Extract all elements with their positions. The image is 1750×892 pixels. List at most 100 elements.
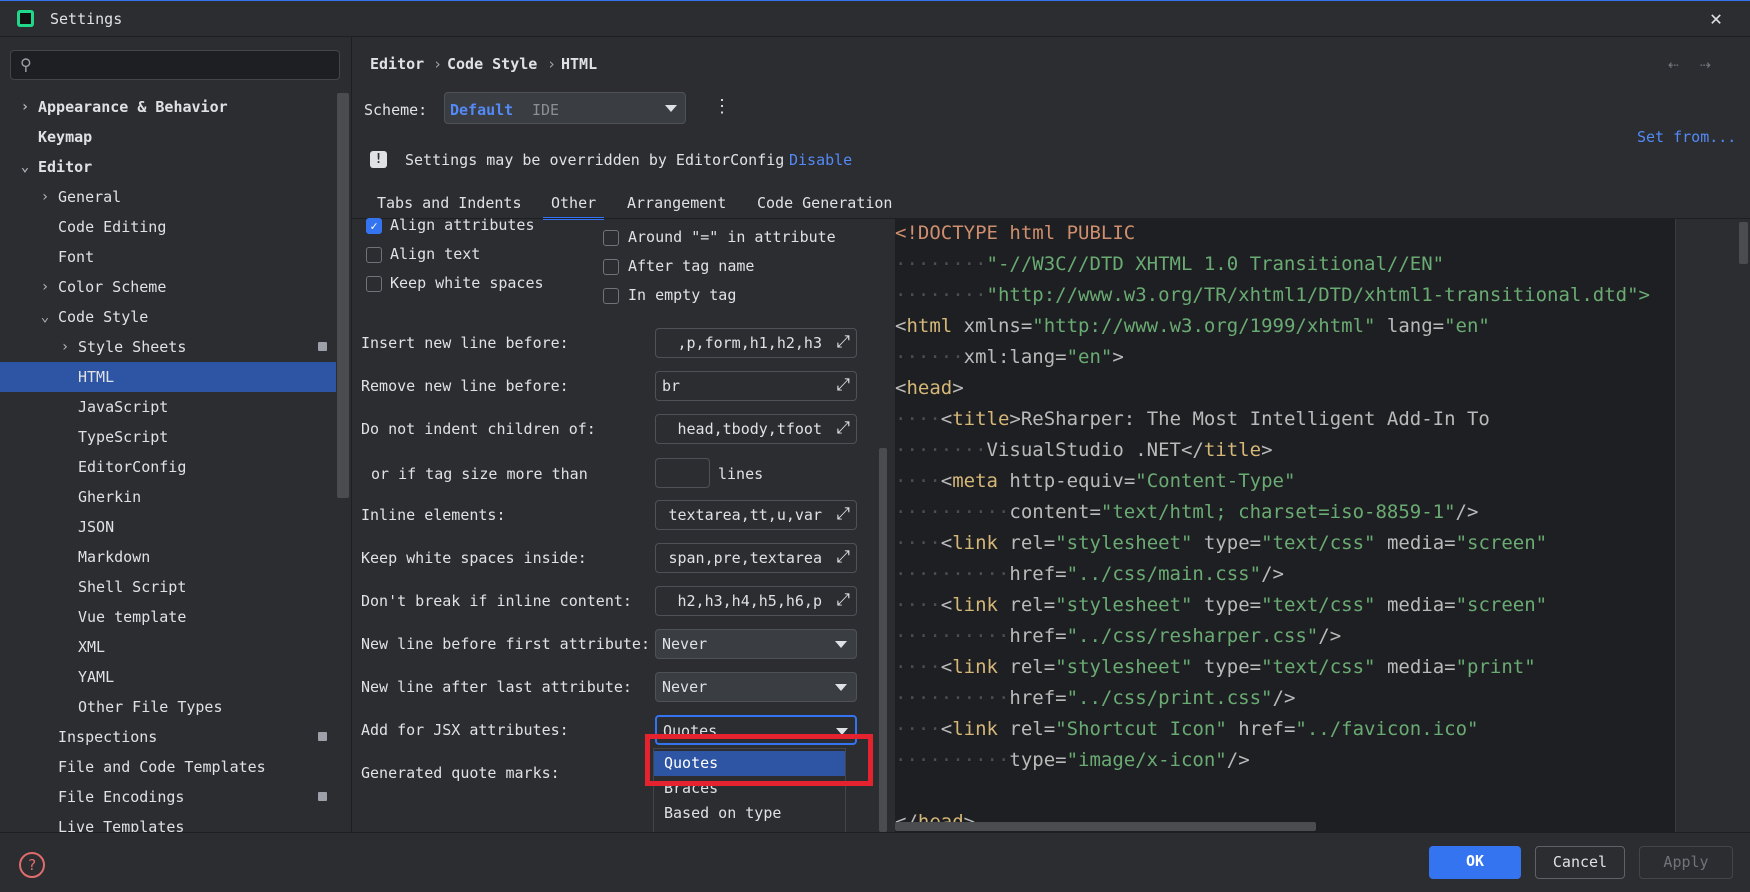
tag-list-field[interactable]: h2,h3,h4,h5,h6,p ⤢: [655, 586, 857, 616]
code-token: media=: [1375, 656, 1456, 678]
chevron-right-icon[interactable]: ›: [58, 332, 72, 362]
close-icon[interactable]: ✕: [1710, 6, 1722, 30]
tag-list-field[interactable]: head,tbody,tfoot ⤢: [655, 414, 857, 444]
code-token: xml:lang=: [963, 346, 1067, 368]
sidebar-item[interactable]: Keymap: [0, 122, 336, 152]
option-dropdown[interactable]: Never: [655, 672, 857, 702]
tag-list-field[interactable]: br ⤢: [655, 371, 857, 401]
sidebar-item[interactable]: EditorConfig: [0, 452, 336, 482]
field-value: ,p,form,h1,h2,h3: [677, 334, 823, 352]
sidebar-item[interactable]: Markdown: [0, 542, 336, 572]
sidebar-item[interactable]: › Appearance & Behavior: [0, 92, 336, 122]
back-arrow-icon[interactable]: ⇠: [1668, 54, 1679, 75]
sidebar-scrollbar[interactable]: [337, 93, 349, 498]
preview-horizontal-scrollbar[interactable]: [895, 822, 1316, 831]
code-token: <: [940, 656, 953, 678]
expand-icon[interactable]: ⤢: [834, 375, 850, 395]
disable-link[interactable]: Disable: [789, 151, 852, 169]
tab-code-generation[interactable]: Code Generation: [749, 194, 900, 220]
code-token: <: [940, 594, 953, 616]
apply-button[interactable]: Apply: [1639, 846, 1733, 879]
expand-icon[interactable]: ⤢: [834, 504, 850, 524]
options-scrollbar[interactable]: [879, 448, 887, 832]
checkbox[interactable]: [366, 276, 382, 292]
forward-arrow-icon[interactable]: ⇢: [1700, 54, 1711, 75]
sidebar-item[interactable]: Font: [0, 242, 336, 272]
sidebar-item[interactable]: TypeScript: [0, 422, 336, 452]
sidebar-item[interactable]: Inspections: [0, 722, 336, 752]
window-title: Settings: [50, 10, 123, 28]
sidebar-item[interactable]: Vue template: [0, 602, 336, 632]
sidebar-item[interactable]: File and Code Templates: [0, 752, 336, 782]
code-token: ······: [895, 346, 964, 368]
ok-button[interactable]: OK: [1429, 846, 1521, 879]
tag-list-field[interactable]: ,p,form,h1,h2,h3 ⤢: [655, 328, 857, 358]
code-token: rel=: [997, 656, 1056, 678]
sidebar-item[interactable]: JSON: [0, 512, 336, 542]
checkbox[interactable]: [366, 247, 382, 263]
field-label: Don't break if inline content:: [361, 592, 632, 610]
code-token: "http://www.w3.org/TR/xhtml1/DTD/xhtml1-…: [986, 284, 1650, 306]
sidebar-item[interactable]: File Encodings: [0, 782, 336, 812]
tag-list-field[interactable]: textarea,tt,u,var ⤢: [655, 500, 857, 530]
expand-icon[interactable]: ⤢: [834, 590, 850, 610]
chevron-right-icon[interactable]: ›: [38, 272, 52, 302]
chevron-down-icon[interactable]: ⌄: [38, 302, 52, 332]
code-token: rel=: [997, 594, 1056, 616]
dropdown-option[interactable]: Based on type: [654, 801, 845, 826]
sidebar-item[interactable]: › Style Sheets: [0, 332, 336, 362]
code-token: rel=: [997, 718, 1056, 740]
help-icon[interactable]: ?: [19, 852, 45, 878]
code-token: ····: [895, 718, 941, 740]
sidebar-item[interactable]: Other File Types: [0, 692, 336, 722]
sidebar-item[interactable]: Gherkin: [0, 482, 336, 512]
sidebar-item-label: Vue template: [78, 608, 187, 626]
code-token: type=: [1009, 749, 1067, 771]
sidebar-item[interactable]: HTML: [0, 362, 336, 392]
project-scope-icon: [318, 792, 327, 801]
chevron-down-icon[interactable]: ⌄: [18, 152, 32, 182]
sidebar-item-label: Code Editing: [58, 218, 167, 236]
code-token: meta: [952, 470, 998, 492]
code-token: VisualStudio .NET</: [986, 439, 1204, 461]
more-vert-icon[interactable]: ⋮: [713, 96, 731, 117]
set-from-link[interactable]: Set from...: [1637, 128, 1736, 146]
sidebar-item-label: Font: [58, 248, 95, 266]
breadcrumb-code-style[interactable]: Code Style: [447, 55, 537, 73]
tag-list-field[interactable]: span,pre,textarea ⤢: [655, 543, 857, 573]
sidebar-item[interactable]: JavaScript: [0, 392, 336, 422]
warning-icon: !: [370, 151, 387, 168]
breadcrumb-html: HTML: [561, 55, 598, 73]
code-preview: <!DOCTYPE html PUBLIC ········"-//W3C//DT…: [895, 219, 1676, 832]
checkbox[interactable]: ✓: [366, 218, 382, 234]
chevron-right-icon[interactable]: ›: [18, 92, 32, 122]
sidebar-item[interactable]: Code Editing: [0, 212, 336, 242]
checkbox[interactable]: [603, 230, 619, 246]
checkbox[interactable]: [603, 259, 619, 275]
sidebar-item[interactable]: › General: [0, 182, 336, 212]
chevron-right-icon[interactable]: ›: [38, 182, 52, 212]
sidebar-item[interactable]: ⌄ Editor: [0, 152, 336, 182]
sidebar-item[interactable]: › Color Scheme: [0, 272, 336, 302]
cancel-button[interactable]: Cancel: [1535, 846, 1625, 879]
expand-icon[interactable]: ⤢: [834, 418, 850, 438]
tab-arrangement[interactable]: Arrangement: [619, 194, 734, 220]
sidebar-item[interactable]: XML: [0, 632, 336, 662]
checkbox[interactable]: [603, 288, 619, 304]
sidebar-item[interactable]: Shell Script: [0, 572, 336, 602]
tag-size-input[interactable]: [655, 458, 710, 488]
sidebar-item[interactable]: ⌄ Code Style: [0, 302, 336, 332]
option-dropdown[interactable]: Never: [655, 629, 857, 659]
code-token: "en": [1066, 346, 1113, 368]
expand-icon[interactable]: ⤢: [834, 332, 850, 352]
preview-vertical-scrollbar[interactable]: [1739, 222, 1748, 264]
code-token: "stylesheet": [1055, 656, 1193, 678]
tab-other[interactable]: Other: [543, 194, 605, 220]
code-line: ··········content="text/html; charset=is…: [895, 501, 1478, 532]
sidebar-item[interactable]: YAML: [0, 662, 336, 692]
code-token: >ReSharper: The Most Intelligent Add-In …: [1009, 408, 1490, 430]
code-token: "text/css": [1261, 532, 1376, 554]
breadcrumb-editor[interactable]: Editor: [370, 55, 424, 73]
expand-icon[interactable]: ⤢: [834, 547, 850, 567]
settings-search-input[interactable]: ⚲: [10, 50, 340, 80]
